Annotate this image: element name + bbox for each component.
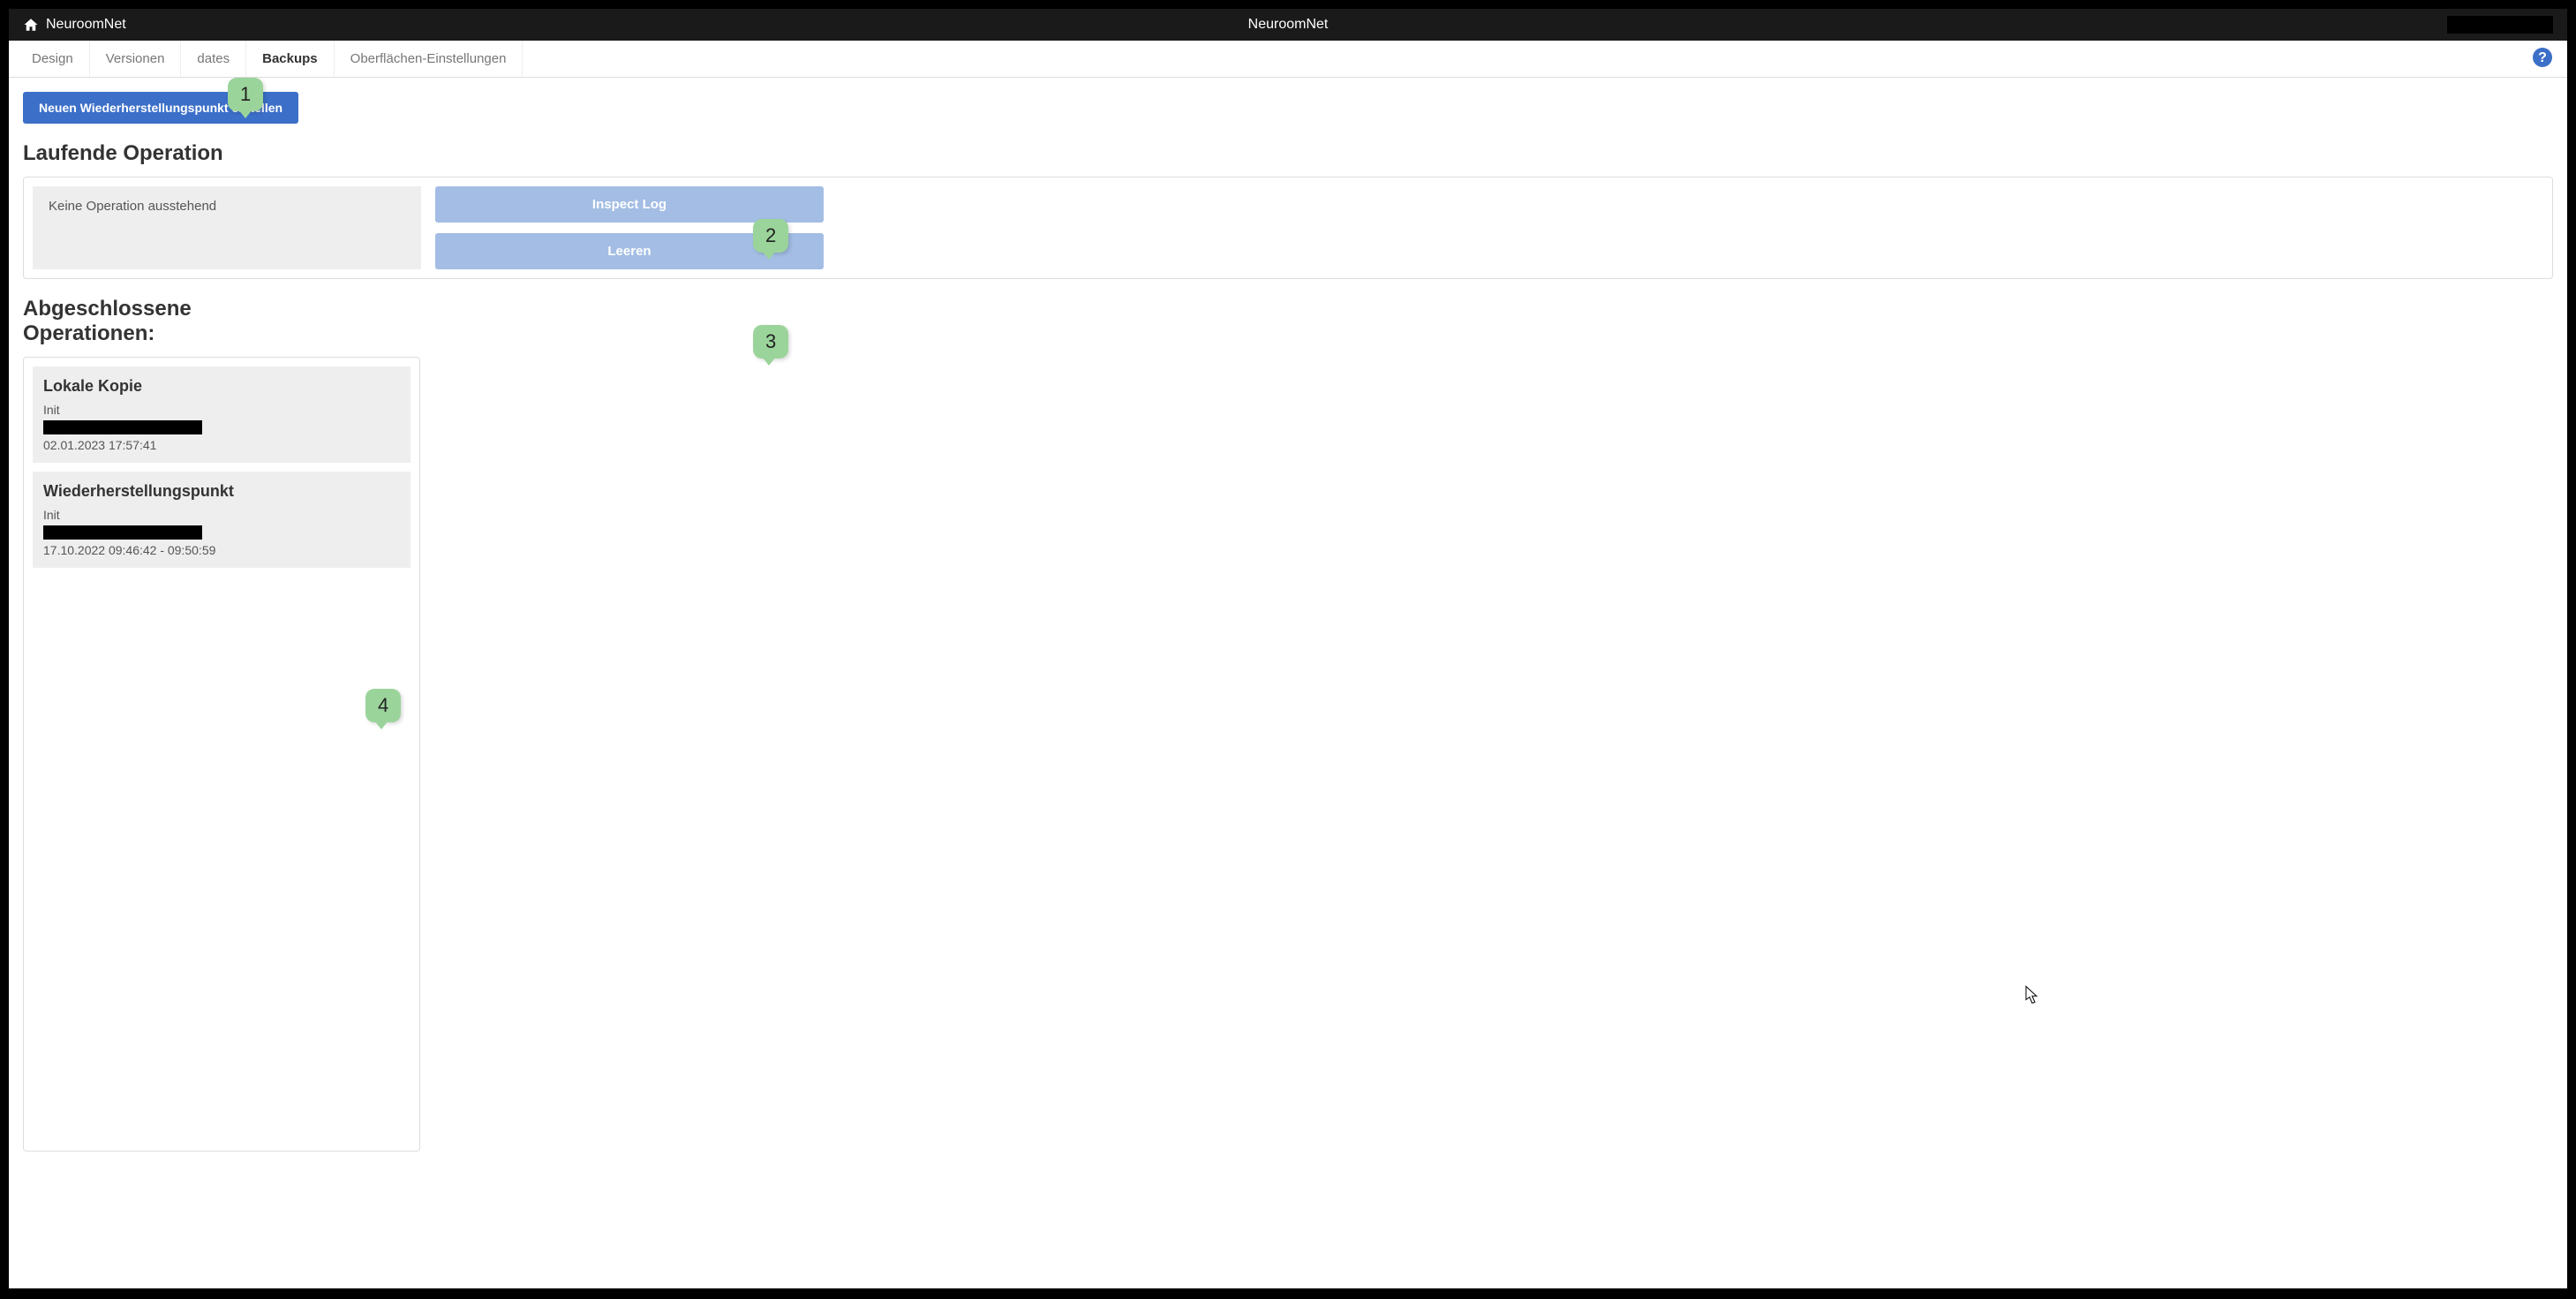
page-title: NeuroomNet (1248, 17, 1329, 33)
help-icon: ? (2532, 47, 2553, 71)
operation-status: Keine Operation ausstehend (33, 186, 421, 269)
redacted-field (43, 420, 202, 434)
annotation-callout-2: 2 (753, 219, 788, 253)
home-icon (23, 17, 39, 33)
inspect-log-button[interactable]: Inspect Log (435, 186, 824, 223)
app-name: NeuroomNet (46, 17, 126, 33)
tab-bar: Design Versionen dates Backups Oberfläch… (9, 41, 2567, 78)
tab-dates[interactable]: dates (181, 41, 246, 77)
completed-item-sub: Init (43, 403, 400, 417)
top-bar: NeuroomNet NeuroomNet (9, 9, 2567, 41)
completed-operations-list: Lokale Kopie Init 02.01.2023 17:57:41 Wi… (23, 357, 420, 1152)
user-area-redacted (2447, 16, 2553, 34)
completed-operation-item[interactable]: Wiederherstellungspunkt Init 17.10.2022 … (33, 472, 411, 568)
completed-operation-item[interactable]: Lokale Kopie Init 02.01.2023 17:57:41 (33, 366, 411, 463)
mouse-cursor (2025, 986, 2039, 1005)
help-button[interactable]: ? (2532, 49, 2553, 70)
running-operation-panel: Keine Operation ausstehend Inspect Log L… (23, 177, 2553, 279)
annotation-callout-3: 3 (753, 325, 788, 359)
annotation-callout-1: 1 (228, 78, 263, 111)
tab-versionen[interactable]: Versionen (90, 41, 182, 77)
tab-design[interactable]: Design (16, 41, 90, 77)
svg-text:?: ? (2538, 50, 2547, 65)
completed-operations-title: Abgeschlossene Operationen: (23, 297, 288, 346)
tab-backups[interactable]: Backups (246, 41, 335, 77)
annotation-callout-4: 4 (365, 689, 401, 722)
redacted-field (43, 525, 202, 540)
completed-item-date: 17.10.2022 09:46:42 - 09:50:59 (43, 543, 400, 557)
main-content: Neuen Wiederherstellungspunkt erstellen … (9, 78, 2567, 1288)
completed-item-title: Lokale Kopie (43, 377, 400, 396)
completed-item-title: Wiederherstellungspunkt (43, 482, 400, 501)
completed-item-sub: Init (43, 508, 400, 522)
completed-item-date: 02.01.2023 17:57:41 (43, 438, 400, 452)
running-operation-title: Laufende Operation (23, 141, 2553, 166)
tab-oberflaechen-einstellungen[interactable]: Oberflächen-Einstellungen (335, 41, 523, 77)
app-home[interactable]: NeuroomNet (23, 17, 126, 33)
